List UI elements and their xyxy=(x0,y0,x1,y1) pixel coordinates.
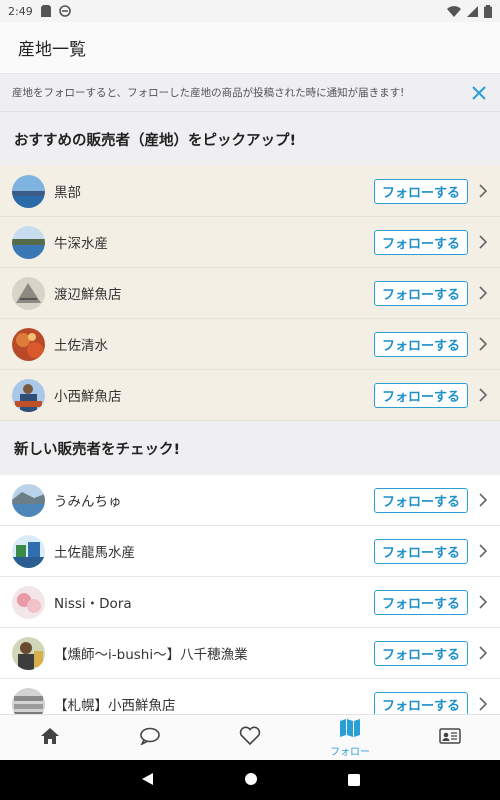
follow-button[interactable]: フォローする xyxy=(373,382,468,408)
chevron-right-icon[interactable] xyxy=(476,594,490,610)
no-disturb-icon xyxy=(58,5,71,17)
chevron-right-icon[interactable] xyxy=(476,492,490,508)
avatar xyxy=(12,378,45,412)
seller-row[interactable]: 【札幌】小西鮮魚店 フォローする xyxy=(0,679,500,714)
avatar xyxy=(12,276,45,310)
avatar xyxy=(12,483,45,517)
follow-button[interactable]: フォローする xyxy=(373,331,468,357)
seller-name: 【燻師〜i-bushi〜】八千穂漁業 xyxy=(54,647,248,663)
avatar xyxy=(12,174,45,208)
content-scroll[interactable]: 産地をフォローすると、フォローした産地の商品が投稿された時に通知が届きます! お… xyxy=(0,74,500,714)
seller-row[interactable]: 黒部 フォローする xyxy=(0,166,500,217)
seller-row[interactable]: Nissi・Dora フォローする xyxy=(0,577,500,628)
chevron-right-icon[interactable] xyxy=(476,543,490,559)
seller-name: 黒部 xyxy=(54,185,81,201)
nav-favorite[interactable] xyxy=(200,715,300,760)
nav-home[interactable] xyxy=(0,715,100,760)
nav-follow-label: フォロー xyxy=(330,746,370,758)
follow-button[interactable]: フォローする xyxy=(373,640,468,666)
chevron-right-icon[interactable] xyxy=(476,696,490,712)
nav-profile[interactable] xyxy=(400,715,500,760)
seller-name: 牛深水産 xyxy=(54,236,108,252)
seller-row[interactable]: うみんちゅ フォローする xyxy=(0,475,500,526)
seller-row[interactable]: 牛深水産 フォローする xyxy=(0,217,500,268)
follow-button[interactable]: フォローする xyxy=(373,487,468,513)
follow-button[interactable]: フォローする xyxy=(373,178,468,204)
avatar xyxy=(12,585,45,619)
follow-button[interactable]: フォローする xyxy=(373,691,468,714)
close-icon[interactable] xyxy=(468,82,490,104)
seller-row[interactable]: 土佐清水 フォローする xyxy=(0,319,500,370)
app-bar: 産地一覧 xyxy=(0,22,500,74)
follow-notice-banner: 産地をフォローすると、フォローした産地の商品が投稿された時に通知が届きます! xyxy=(0,74,500,112)
notice-text: 産地をフォローすると、フォローした産地の商品が投稿された時に通知が届きます! xyxy=(12,87,405,99)
seller-row[interactable]: 土佐龍馬水産 フォローする xyxy=(0,526,500,577)
profile-card-icon xyxy=(439,727,461,748)
heart-icon xyxy=(239,726,261,749)
nav-chat[interactable] xyxy=(100,715,200,760)
chevron-right-icon[interactable] xyxy=(476,336,490,352)
avatar xyxy=(12,534,45,568)
chevron-right-icon[interactable] xyxy=(476,387,490,403)
home-circle-icon[interactable] xyxy=(244,771,258,790)
follow-button[interactable]: フォローする xyxy=(373,280,468,306)
chat-icon xyxy=(139,727,161,749)
recents-icon[interactable] xyxy=(348,771,360,790)
seller-row[interactable]: 【燻師〜i-bushi〜】八千穂漁業 フォローする xyxy=(0,628,500,679)
wifi-icon xyxy=(447,5,461,17)
page-title: 産地一覧 xyxy=(18,40,86,60)
seller-name: Nissi・Dora xyxy=(54,596,132,612)
seller-name: 渡辺鮮魚店 xyxy=(54,287,122,303)
follow-button[interactable]: フォローする xyxy=(373,589,468,615)
picked-seller-list: 黒部 フォローする 牛深水産 フォローする 渡辺鮮魚店 フォローする 土佐清水 … xyxy=(0,166,500,421)
chevron-right-icon[interactable] xyxy=(476,285,490,301)
seller-name: 小西鮮魚店 xyxy=(54,389,122,405)
follow-button[interactable]: フォローする xyxy=(373,229,468,255)
new-seller-list: うみんちゅ フォローする 土佐龍馬水産 フォローする Nissi・Dora フォ… xyxy=(0,475,500,714)
new-section-title: 新しい販売者をチェック! xyxy=(0,421,500,475)
chevron-right-icon[interactable] xyxy=(476,234,490,250)
seller-name: 土佐龍馬水産 xyxy=(54,545,135,561)
sd-card-icon xyxy=(40,5,51,17)
nav-follow[interactable]: フォロー xyxy=(300,715,400,760)
follow-button[interactable]: フォローする xyxy=(373,538,468,564)
bottom-navigation: フォロー xyxy=(0,714,500,760)
avatar xyxy=(12,687,45,714)
chevron-right-icon[interactable] xyxy=(476,645,490,661)
signal-icon xyxy=(467,5,478,17)
back-icon[interactable] xyxy=(140,771,154,790)
picked-section-title: おすすめの販売者（産地）をピックアップ! xyxy=(0,112,500,166)
avatar xyxy=(12,636,45,670)
map-icon xyxy=(339,718,361,742)
chevron-right-icon[interactable] xyxy=(476,183,490,199)
avatar xyxy=(12,327,45,361)
seller-name: うみんちゅ xyxy=(54,494,122,510)
battery-icon xyxy=(484,4,492,18)
seller-name: 土佐清水 xyxy=(54,338,108,354)
status-bar: 2:49 xyxy=(0,0,500,22)
avatar xyxy=(12,225,45,259)
seller-row[interactable]: 渡辺鮮魚店 フォローする xyxy=(0,268,500,319)
seller-name: 【札幌】小西鮮魚店 xyxy=(54,698,176,714)
seller-row[interactable]: 小西鮮魚店 フォローする xyxy=(0,370,500,421)
status-time: 2:49 xyxy=(8,4,33,18)
home-icon xyxy=(40,727,60,749)
system-navigation-bar xyxy=(0,760,500,800)
